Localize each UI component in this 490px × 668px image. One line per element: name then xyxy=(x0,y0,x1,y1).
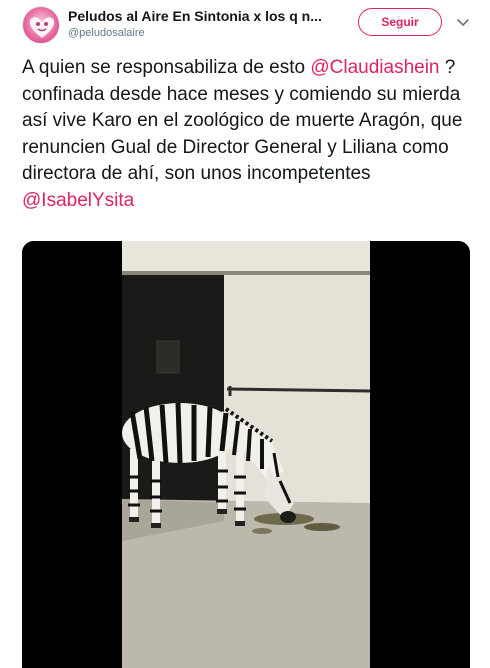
tweet-text-part: A quien se responsabiliza de esto xyxy=(22,57,311,78)
user-handle[interactable]: @peludosalaire xyxy=(68,26,338,40)
profile-avatar[interactable] xyxy=(22,6,60,44)
chevron-down-icon[interactable] xyxy=(456,16,470,30)
tweet-text: A quien se responsabiliza de esto @Claud… xyxy=(22,55,474,214)
mention-link[interactable]: @Claudiashein xyxy=(310,57,439,78)
mention-link[interactable]: @IsabelYsita xyxy=(22,190,134,211)
heart-dog-logo-icon xyxy=(29,17,55,38)
follow-button[interactable]: Seguir xyxy=(358,8,442,36)
video-media[interactable] xyxy=(22,241,470,668)
account-names[interactable]: Peludos al Aire En Sintonia x los q n...… xyxy=(68,7,338,40)
zebra-video-frame xyxy=(22,241,470,668)
display-name[interactable]: Peludos al Aire En Sintonia x los q n... xyxy=(68,7,338,25)
tweet-header: Peludos al Aire En Sintonia x los q n...… xyxy=(0,0,490,50)
